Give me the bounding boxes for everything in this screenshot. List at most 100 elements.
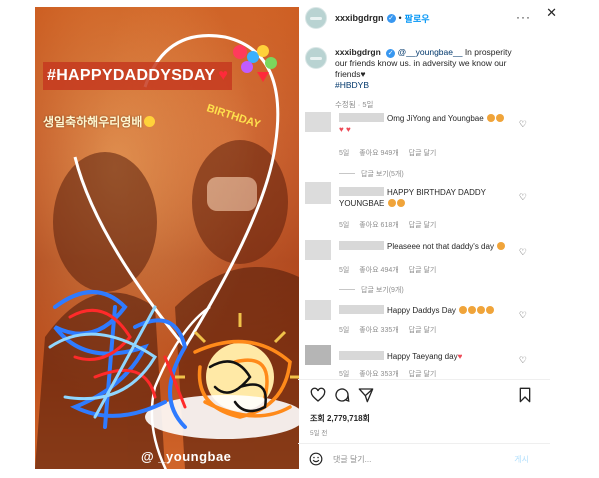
like-heart-icon[interactable] [310, 387, 326, 403]
view-replies-button[interactable]: 답글 보기(5개) [339, 169, 404, 179]
person-left-silhouette [53, 152, 157, 292]
comment-text: Happy Taeyang day [387, 352, 458, 361]
hashtag-sticker: #HAPPYDADDYSDAY ♥ [43, 62, 233, 90]
heart-icon: ♥ [218, 67, 229, 84]
caption-mention[interactable]: @__youngbae__ [398, 47, 463, 57]
face-mask [207, 177, 257, 211]
comment-composer: 게시 [305, 450, 545, 468]
mention-sticker[interactable]: @ _youngbae [141, 449, 231, 464]
laugh-emoji-icon [477, 306, 486, 314]
comment-avatar[interactable] [305, 345, 331, 365]
post-side-panel: xxxibgdrgn ✓ • 팔로우 ··· ✕ xxxibgdrgn ✓ @_… [298, 5, 557, 469]
laugh-emoji-icon [468, 306, 477, 314]
red-heart-emoji-icon: ♥ ♥ [339, 125, 351, 134]
hashtag-sticker-text: #HAPPYDADDYSDAY [47, 67, 216, 84]
laugh-emoji-icon [497, 242, 506, 250]
comment-reply-button[interactable]: 답글 달기 [409, 267, 437, 274]
views-count[interactable]: 조회 2,779,718회 [310, 413, 370, 424]
party-emoji-icon [396, 199, 405, 207]
comment-icon[interactable] [334, 387, 350, 403]
story-media: BIRTHDAY #HAPPYDADDYSDAY ♥ 생일축하해우리영배 @ _… [35, 7, 299, 469]
comment-body: Happy Daddys Day [339, 305, 519, 316]
comment-body: Happy Taeyang day♥ [339, 351, 519, 362]
red-heart-emoji-icon: ♥ [457, 352, 463, 361]
comment-text: Happy Daddys Day [387, 306, 456, 315]
comment-date: 5일 [339, 371, 350, 378]
separator-dot: • [398, 13, 402, 23]
comment-date: 5일 [339, 267, 350, 274]
comment-reply-button[interactable]: 답글 달기 [409, 327, 437, 334]
party-emoji-icon [387, 199, 396, 207]
comment-likes[interactable]: 좋아요 494개 [359, 267, 398, 274]
laugh-emoji-icon [459, 306, 468, 314]
comment-avatar[interactable] [305, 182, 331, 204]
close-icon[interactable]: ✕ [546, 5, 557, 21]
comment-avatar[interactable] [305, 300, 331, 320]
comment-username-redacted[interactable] [339, 305, 384, 314]
post-time-ago: 5일 전 [310, 430, 328, 437]
emoji-picker-icon[interactable] [309, 452, 323, 466]
comment-like-heart-icon[interactable]: ♡ [519, 355, 527, 366]
post-caption: xxxibgdrgn ✓ @__youngbae__ In prosperity… [305, 47, 520, 110]
comment-reply-button[interactable]: 답글 달기 [409, 222, 437, 229]
korean-sticker: 생일축하해우리영배 [43, 113, 156, 130]
comment-input[interactable] [333, 452, 503, 466]
author-username[interactable]: xxxibgdrgn [335, 13, 384, 23]
comment-username-redacted[interactable] [339, 241, 384, 250]
comment-like-heart-icon[interactable]: ♡ [519, 310, 527, 321]
comment-date: 5일 [339, 222, 350, 229]
comment-body: Omg JiYong and Youngbae ♥ ♥ [339, 113, 519, 135]
caption-meta: 수정됨 · 5일 [335, 100, 374, 109]
comment-like-heart-icon[interactable]: ♡ [519, 119, 527, 130]
comment-meta: 5일 좋아요 494개 답글 달기 [339, 265, 444, 275]
comment-avatar[interactable] [305, 240, 331, 260]
caption-hashtag[interactable]: #HBDYB [335, 80, 369, 90]
black-heart-icon: ♥ [360, 69, 366, 79]
comment-text: Omg JiYong and Youngbae [387, 114, 484, 123]
composer-divider [298, 443, 550, 444]
comment-reply-button[interactable]: 답글 달기 [409, 150, 437, 157]
comment-reply-button[interactable]: 답글 달기 [409, 371, 437, 378]
comment-username-redacted[interactable] [339, 351, 384, 360]
post-comment-button[interactable]: 게시 [514, 454, 529, 465]
comment-meta: 5일 좋아요 949개 답글 달기 [339, 148, 444, 158]
laugh-emoji-icon [486, 114, 495, 122]
post-actions-bar [305, 387, 545, 405]
comment-like-heart-icon[interactable]: ♡ [519, 247, 527, 258]
laugh-emoji-icon [486, 306, 495, 314]
comment-username-redacted[interactable] [339, 113, 384, 122]
laugh-emoji-icon [495, 114, 504, 122]
comment-likes[interactable]: 좋아요 335개 [359, 327, 398, 334]
more-options-icon[interactable]: ··· [516, 10, 531, 24]
comment-meta: 5일 좋아요 618개 답글 달기 [339, 220, 444, 230]
comment-likes[interactable]: 좋아요 949개 [359, 150, 398, 157]
follow-button[interactable]: 팔로우 [405, 12, 430, 25]
comment-date: 5일 [339, 327, 350, 334]
comment-avatar[interactable] [305, 112, 331, 132]
comment-likes[interactable]: 좋아요 353개 [359, 371, 398, 378]
view-replies-button[interactable]: 답글 보기(9개) [339, 285, 404, 295]
comment-meta: 5일 좋아요 353개 답글 달기 [339, 369, 444, 379]
verified-badge-icon: ✓ [386, 13, 396, 23]
comment-body: HAPPY BIRTHDAY DADDY YOUNGBAE [339, 187, 519, 209]
verified-badge-icon: ✓ [386, 49, 396, 58]
views-count-text: 조회 2,779,718회 [310, 414, 370, 423]
caption-username[interactable]: xxxibgdrgn [335, 47, 381, 57]
smile-emoji-icon [144, 116, 156, 127]
comment-body: Pleaseee not that daddy's day [339, 241, 519, 252]
author-avatar[interactable] [305, 7, 327, 29]
caption-author-avatar[interactable] [305, 47, 327, 69]
actions-divider [298, 379, 550, 380]
birthday-sticker-text: BIRTHDAY [205, 102, 262, 131]
korean-sticker-text: 생일축하해우리영배 [43, 115, 143, 129]
comment-likes[interactable]: 좋아요 618개 [359, 222, 398, 229]
comment-username-redacted[interactable] [339, 187, 384, 196]
comment-text: Pleaseee not that daddy's day [387, 242, 494, 251]
comment-meta: 5일 좋아요 335개 답글 달기 [339, 325, 444, 335]
post-header: xxxibgdrgn ✓ • 팔로우 ··· ✕ [305, 5, 557, 29]
share-send-icon[interactable] [358, 387, 374, 403]
bookmark-icon[interactable] [517, 387, 533, 403]
person-left-body [35, 292, 165, 469]
comment-date: 5일 [339, 150, 350, 157]
comment-like-heart-icon[interactable]: ♡ [519, 192, 527, 203]
